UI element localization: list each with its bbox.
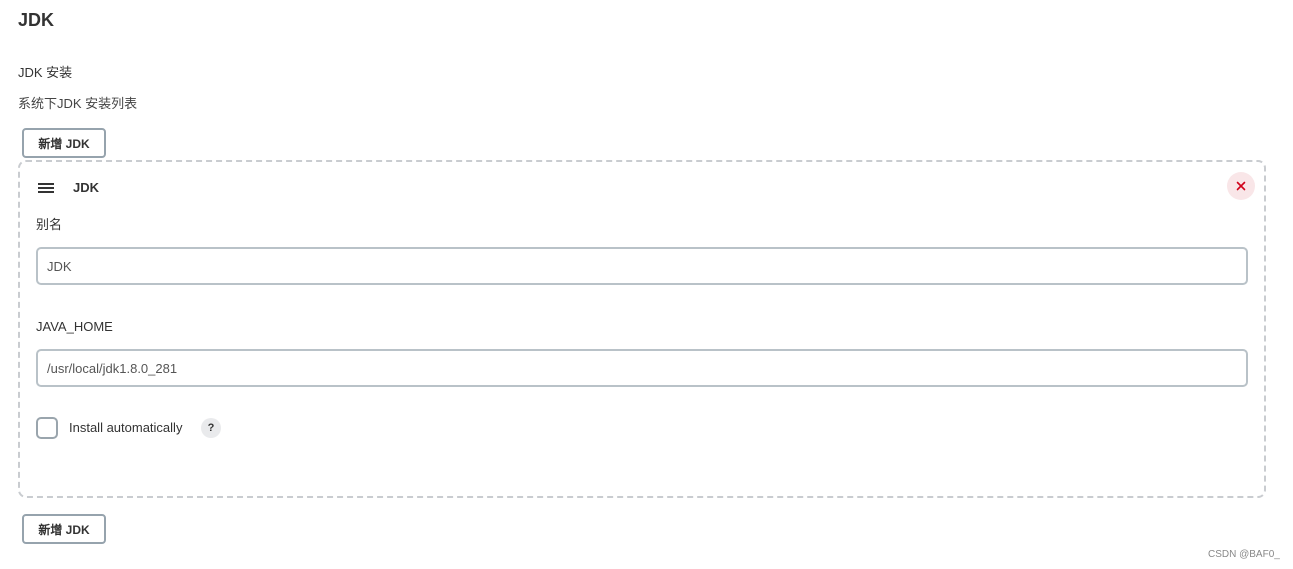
install-automatically-label[interactable]: Install automatically: [69, 420, 182, 436]
drag-handle-icon[interactable]: [38, 183, 54, 193]
install-automatically-checkbox[interactable]: [36, 417, 58, 439]
add-jdk-button-bottom[interactable]: 新增 JDK: [22, 514, 106, 544]
watermark-text: CSDN @BAF0_: [1208, 549, 1280, 560]
section-title: JDK: [18, 10, 55, 30]
java-home-label: JAVA_HOME: [36, 319, 113, 334]
jdk-entry-title: JDK: [73, 180, 100, 195]
alias-label: 别名: [36, 217, 63, 232]
java-home-input[interactable]: [36, 349, 1248, 387]
delete-jdk-button[interactable]: [1227, 172, 1255, 200]
jdk-install-label: JDK 安装: [18, 65, 73, 80]
add-jdk-button-top[interactable]: 新增 JDK: [22, 128, 106, 158]
jdk-install-description: 系统下JDK 安装列表: [18, 96, 138, 111]
help-icon[interactable]: ?: [201, 418, 221, 438]
close-icon: [1236, 181, 1246, 191]
jdk-entry-card: JDK 别名 JAVA_HOME Install automatically ?: [18, 160, 1266, 498]
jdk-config-page: JDK JDK 安装 系统下JDK 安装列表 新增 JDK JDK 别名 JAV…: [0, 0, 1293, 569]
alias-input[interactable]: [36, 247, 1248, 285]
